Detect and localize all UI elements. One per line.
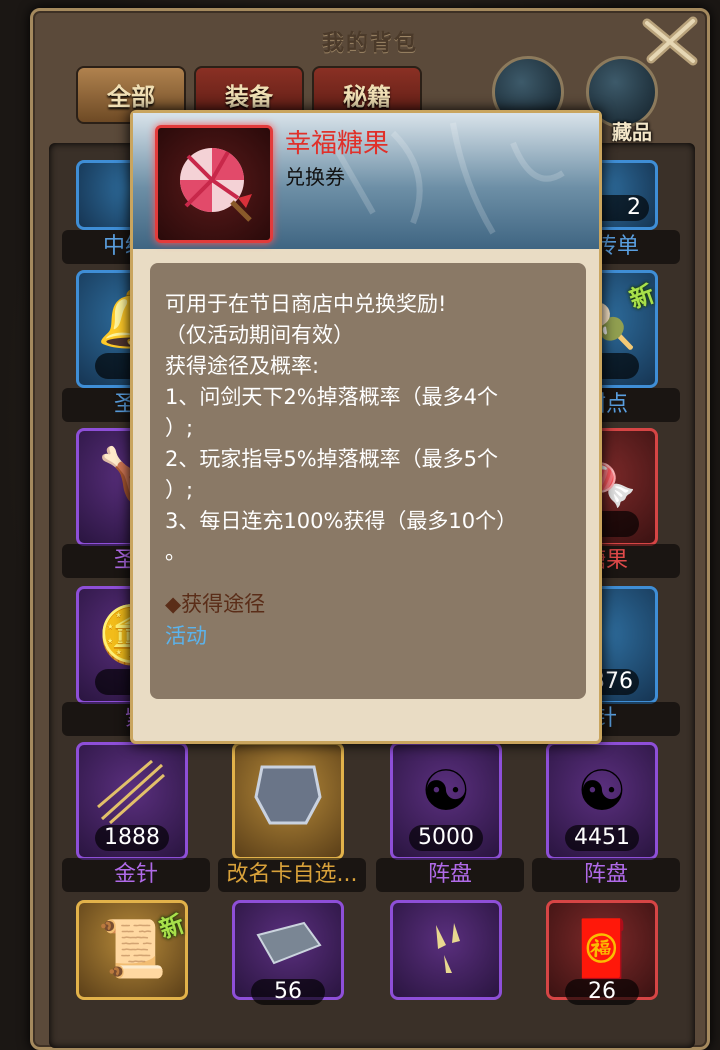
- item-name: 金针: [62, 858, 210, 892]
- description-line: ）;: [165, 478, 194, 502]
- item-count: 1888: [95, 825, 169, 851]
- description-line: 2、玩家指导5%掉落概率（最多5个: [165, 447, 499, 471]
- description-line: （仅活动期间有效）: [165, 323, 354, 347]
- item-type: 兑换券: [285, 165, 345, 189]
- item-count: 5000: [409, 825, 483, 851]
- close-icon[interactable]: [641, 15, 699, 67]
- item-name: 阵盘: [376, 858, 524, 892]
- item-slot[interactable]: ☯ 5000: [390, 742, 502, 860]
- acquire-header: ◆获得途径: [165, 592, 266, 616]
- description-panel: 可用于在节日商店中兑换奖励! （仅活动期间有效） 获得途径及概率: 1、问剑天下…: [150, 263, 586, 699]
- item-name: 阵盘: [532, 858, 680, 892]
- item-tooltip: 幸福糖果 兑换券 可用于在节日商店中兑换奖励! （仅活动期间有效） 获得途径及概…: [130, 110, 602, 744]
- description-line: 可用于在节日商店中兑换奖励!: [165, 292, 447, 316]
- crystal-shard-icon: [393, 915, 499, 992]
- bagua-icon: ☯: [576, 759, 628, 824]
- description-line: 1、问剑天下2%掉落概率（最多4个: [165, 385, 499, 409]
- acquire-link-event[interactable]: 活动: [165, 620, 572, 652]
- item-slot[interactable]: 56: [232, 900, 344, 1005]
- item-name: 幸福糖果: [285, 129, 390, 159]
- description-line: 。: [165, 540, 186, 564]
- item-slot[interactable]: 🧧 26: [546, 900, 658, 1005]
- item-slot[interactable]: [390, 900, 502, 1000]
- item-count: 56: [251, 979, 325, 1005]
- description-line: ）;: [165, 416, 194, 440]
- candy-icon: [155, 125, 273, 243]
- item-slot[interactable]: [232, 742, 344, 860]
- lucky-bag-icon: 🧧: [567, 917, 637, 982]
- game-screen: 我的背包 全部 装备 秘籍 藏品 中级南 2 节传单 🔔 2 圣诞 🍡 新 6 …: [0, 0, 720, 1050]
- item-name: 改名卡自选...: [218, 858, 366, 892]
- item-count: 4451: [565, 825, 639, 851]
- armor-icon: [235, 757, 341, 844]
- item-slot[interactable]: 1888: [76, 742, 188, 860]
- window-title: 我的背包: [321, 31, 418, 56]
- tooltip-header: 幸福糖果 兑换券: [133, 113, 599, 249]
- item-count: 26: [565, 979, 639, 1005]
- item-slot[interactable]: ☯ 4451: [546, 742, 658, 860]
- description-line: 3、每日连充100%获得（最多10个）: [165, 509, 518, 533]
- bagua-icon: ☯: [420, 759, 472, 824]
- collection-label: 藏品: [612, 120, 652, 144]
- description-line: 获得途径及概率:: [165, 354, 320, 378]
- item-slot[interactable]: 📜 新: [76, 900, 188, 1000]
